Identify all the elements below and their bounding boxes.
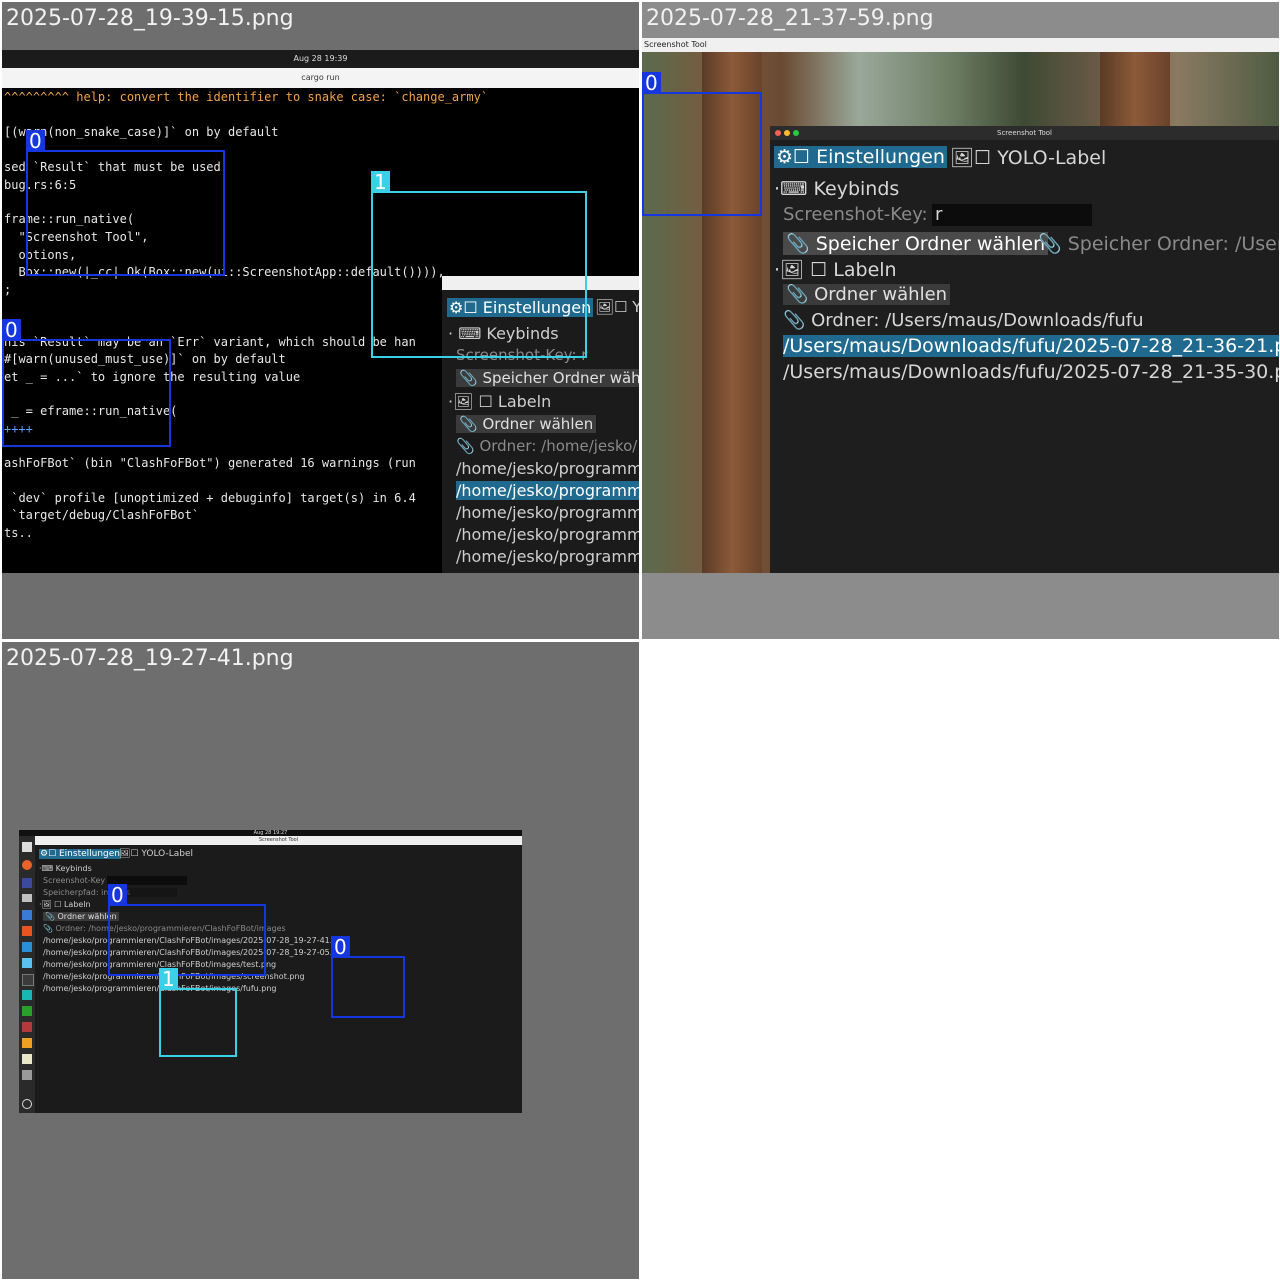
tile-2-window-title-cut: Screenshot Tool	[644, 40, 707, 49]
terminal-line: [(warn(non_snake_case)]` on by default	[4, 125, 279, 139]
tab-yolo-label[interactable]: 🖼☐ YOLO-Label	[119, 849, 193, 859]
dock	[19, 836, 35, 1113]
terminal-line: ^^^^^^^^^ help: convert the identifier t…	[4, 90, 489, 104]
firefox-icon[interactable]	[22, 860, 32, 870]
show-apps-icon[interactable]	[22, 1099, 32, 1109]
file-item-selected[interactable]: /home/jesko/programm	[456, 481, 639, 500]
image-icon: ·🖼	[448, 392, 474, 411]
bbox-label: 0	[26, 130, 45, 152]
keybinds-header[interactable]: ·⌨ Keybinds	[774, 178, 899, 200]
bbox-label: 0	[108, 884, 127, 906]
bbox-class-0[interactable]: 0	[2, 319, 171, 447]
folder-path: 📎 Ordner: /Users/maus/Downloads/fufu	[783, 310, 1144, 331]
tab-yolo-label[interactable]: 🖼☐ Y	[595, 298, 639, 316]
screenshot-key-label: Screenshot-Key:	[783, 204, 928, 225]
tile-2-screenshot-tool-window[interactable]: Screenshot Tool ⚙☐ Einstellungen 🖼☐ YOLO…	[770, 126, 1279, 573]
tile-3-window-titlebar: Screenshot Tool	[35, 836, 522, 845]
keybinds-header[interactable]: ·⌨ Keybinds	[39, 864, 92, 873]
bbox-class-1[interactable]: 1	[371, 171, 587, 358]
terminal-line: ashFoFBot` (bin "ClashFoFBot") generated…	[4, 456, 416, 470]
dock-app-icon[interactable]	[22, 958, 32, 968]
bbox-class-0[interactable]: 0	[642, 72, 762, 216]
tile-1-window-titlebar: cargo run	[2, 68, 639, 88]
dock-app-icon[interactable]	[22, 1006, 32, 1016]
tile-1-topbar: Aug 28 19:39	[2, 50, 639, 68]
dock-app-icon[interactable]	[22, 910, 32, 920]
bbox-label: 0	[2, 319, 21, 341]
tree-trunk	[1100, 52, 1170, 132]
save-folder-button[interactable]: 📎 Speicher Ordner wäh	[456, 369, 639, 387]
dock-app-icon[interactable]	[22, 1038, 32, 1048]
labels-label: ☐ Labeln	[54, 900, 91, 909]
vscode-icon[interactable]	[22, 942, 32, 952]
folder-path: 📎 Ordner: /home/jesko/	[456, 437, 638, 455]
save-folder-path: 📎 Speicher Ordner: /Users/	[1038, 233, 1279, 255]
screenshot-key-input[interactable]: r	[932, 204, 1092, 226]
labels-label: ☐ Labeln	[478, 392, 552, 411]
tile-2-filename: 2025-07-28_21-37-59.png	[646, 6, 934, 31]
save-folder-button[interactable]: 📎 Speicher Ordner wählen	[783, 232, 1049, 255]
dock-app-icon[interactable]	[22, 878, 32, 888]
labels-header[interactable]: ·🖼 ☐ Labeln	[774, 258, 897, 281]
tab-yolo-label[interactable]: 🖼☐ YOLO-Label	[950, 146, 1106, 169]
dock-app-icon[interactable]	[22, 1054, 32, 1064]
keyboard-icon: ·⌨	[774, 178, 808, 200]
file-item[interactable]: /home/jesko/programm	[456, 525, 639, 544]
tile-1-window-title: cargo run	[301, 73, 340, 82]
keybinds-label: Keybinds	[813, 178, 900, 200]
keybinds-label: Keybinds	[55, 864, 92, 873]
window-titlebar: Screenshot Tool	[770, 126, 1279, 140]
bbox-label: 1	[159, 968, 178, 990]
window-title: Screenshot Tool	[997, 129, 1052, 137]
tile-1-filename: 2025-07-28_19-39-15.png	[6, 6, 294, 31]
screenshot-key-row: Screenshot-Key	[43, 876, 106, 885]
bbox-label: 0	[331, 936, 350, 958]
bbox-class-0[interactable]: 0	[26, 130, 225, 276]
file-item[interactable]: /home/jesko/programm	[456, 459, 639, 478]
file-item[interactable]: /home/jesko/programm	[456, 547, 639, 566]
tile-3[interactable]: 2025-07-28_19-27-41.png Aug 28 19:27 Scr…	[2, 642, 639, 1279]
bbox-class-0[interactable]: 0	[108, 884, 266, 976]
image-icon: ·🖼	[774, 259, 805, 281]
terminal-line: `dev` profile [unoptimized + debuginfo] …	[4, 491, 416, 505]
file-item[interactable]: /Users/maus/Downloads/fufu/2025-07-28_21…	[783, 361, 1279, 383]
tile-3-window-title: Screenshot Tool	[258, 837, 299, 843]
dock-app-icon[interactable]	[22, 842, 32, 852]
choose-folder-button[interactable]: 📎 Ordner wählen	[783, 284, 951, 305]
choose-folder-button[interactable]: 📎 Ordner wählen	[456, 415, 597, 433]
tile-2-title-strip: Screenshot Tool	[642, 38, 1279, 52]
bbox-class-0[interactable]: 0	[331, 936, 405, 1018]
file-item[interactable]: /home/jesko/programm	[456, 503, 639, 522]
bbox-class-1[interactable]: 1	[159, 968, 237, 1057]
trash-icon[interactable]	[22, 1070, 32, 1080]
terminal-line: ;	[4, 283, 12, 297]
terminal-line: ts..	[4, 526, 33, 540]
tile-3-screenshot: Aug 28 19:27 Screenshot Tool ⚙☐ Einstell…	[19, 830, 522, 1113]
labels-label: ☐ Labeln	[810, 259, 897, 281]
tile-1[interactable]: 2025-07-28_19-39-15.png Aug 28 19:39 car…	[2, 2, 639, 639]
tile-2[interactable]: 2025-07-28_21-37-59.png Screenshot Tool …	[642, 2, 1279, 639]
software-icon[interactable]	[22, 926, 32, 936]
bbox-label: 0	[642, 72, 661, 94]
terminal-line: `target/debug/ClashFoFBot`	[4, 508, 200, 522]
labels-header[interactable]: ·🖼 ☐ Labeln	[39, 900, 91, 909]
keyboard-icon: ·⌨	[39, 864, 54, 873]
terminal-icon[interactable]	[22, 974, 34, 986]
file-item-selected[interactable]: /Users/maus/Downloads/fufu/2025-07-28_21…	[783, 335, 1279, 357]
tab-settings[interactable]: ⚙☐ Einstellungen	[774, 146, 947, 168]
screenshot-key-value: r	[935, 204, 943, 225]
files-icon[interactable]	[22, 894, 32, 902]
dock-app-icon[interactable]	[22, 1022, 32, 1032]
image-icon: ·🖼	[39, 900, 52, 909]
tile-1-clock: Aug 28 19:39	[293, 54, 348, 63]
tab-settings[interactable]: ⚙☐ Einstellungen	[39, 849, 122, 859]
bbox-label: 1	[371, 171, 390, 193]
tile-3-filename: 2025-07-28_19-27-41.png	[6, 646, 294, 671]
labels-header[interactable]: ·🖼 ☐ Labeln	[448, 392, 551, 411]
dock-app-icon[interactable]	[22, 990, 32, 1000]
